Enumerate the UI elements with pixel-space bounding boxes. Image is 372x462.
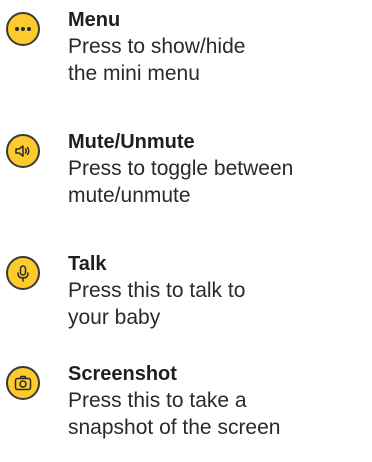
item-description: Press this to talk to your baby xyxy=(68,277,368,331)
item-title: Screenshot xyxy=(68,363,177,385)
help-item-talk: Talk Press this to talk to your baby xyxy=(0,252,372,352)
help-item-menu: Menu Press to show/hide the mini menu xyxy=(0,8,372,108)
item-description-line: Press to show/hide xyxy=(68,35,246,58)
item-description: Press to toggle between mute/unmute xyxy=(68,155,368,209)
item-description-line: the mini menu xyxy=(68,62,200,85)
item-description-line: Press this to take a xyxy=(68,389,247,412)
item-title: Mute/Unmute xyxy=(68,131,195,153)
item-description-line: mute/unmute xyxy=(68,184,191,207)
item-description-line: Press to toggle between xyxy=(68,157,294,180)
camera-icon[interactable] xyxy=(6,366,40,400)
item-title: Menu xyxy=(68,9,121,31)
help-item-mute: Mute/Unmute Press to toggle between mute… xyxy=(0,130,372,230)
item-description: Press this to take a snapshot of the scr… xyxy=(68,387,368,441)
more-dots-icon[interactable] xyxy=(6,12,40,46)
item-description-line: Press this to talk to xyxy=(68,279,246,302)
item-title: Talk xyxy=(68,253,107,275)
speaker-icon[interactable] xyxy=(6,134,40,168)
item-description-line: snapshot of the screen xyxy=(68,416,281,439)
microphone-icon[interactable] xyxy=(6,256,40,290)
item-description-line: your baby xyxy=(68,306,161,329)
help-item-screenshot: Screenshot Press this to take a snapshot… xyxy=(0,362,372,462)
item-description: Press to show/hide the mini menu xyxy=(68,33,368,87)
